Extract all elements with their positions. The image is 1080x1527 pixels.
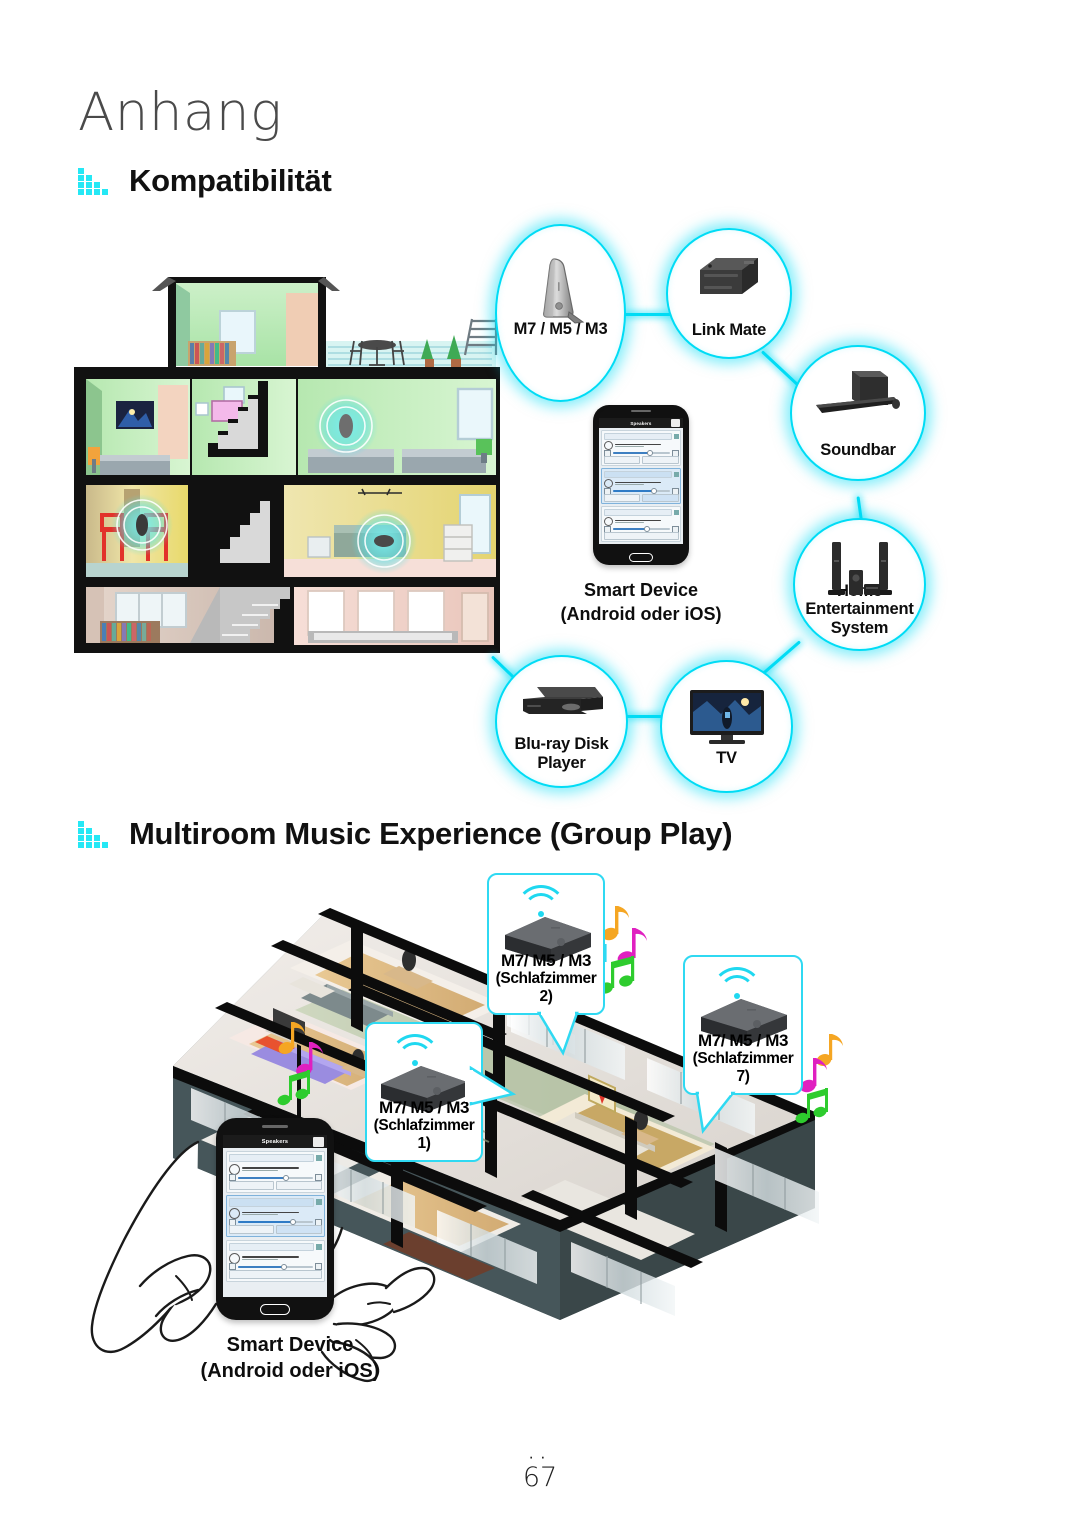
app-title-bar: Speakers bbox=[223, 1135, 327, 1148]
speaker-card[interactable] bbox=[601, 506, 681, 542]
equalizer-bars-icon bbox=[78, 167, 112, 195]
smartphone-icon: Speakers bbox=[216, 1118, 334, 1320]
wifi-icon bbox=[515, 885, 567, 919]
speaker-card[interactable] bbox=[601, 468, 681, 504]
node-label: Soundbar bbox=[820, 440, 896, 459]
speaker-wave-upper bbox=[314, 394, 378, 458]
callout-label: M7/ M5 / M3 (Schlafzimmer 7) bbox=[692, 1030, 794, 1086]
app-title: Speakers bbox=[261, 1138, 289, 1145]
phone-earpiece bbox=[631, 410, 651, 412]
speaker-wave-mid-left bbox=[111, 494, 173, 556]
equalizer-bars-icon bbox=[78, 820, 112, 848]
manual-page: Anhang Kompatibilität Speakers Smart Dev… bbox=[0, 0, 1080, 1527]
link-mate-icon bbox=[700, 258, 758, 294]
section-label: Multiroom Music Experience (Group Play) bbox=[129, 816, 733, 851]
footer-dots: ·· bbox=[528, 1447, 552, 1466]
phone-home-button bbox=[629, 553, 653, 562]
app-brand-icon bbox=[671, 419, 680, 427]
speaker-card[interactable] bbox=[225, 1195, 325, 1237]
music-notes-icon bbox=[596, 906, 647, 994]
smartphone-icon: Speakers bbox=[555, 405, 727, 569]
television-icon bbox=[689, 690, 764, 744]
speaker-card[interactable] bbox=[225, 1150, 325, 1193]
page-footer: ·· 67 bbox=[0, 1447, 1080, 1494]
callout-tail bbox=[465, 1065, 517, 1106]
app-title: Speakers bbox=[630, 420, 652, 426]
node-home-entertainment-system[interactable]: Home Entertainment System bbox=[793, 518, 926, 651]
smart-device-label: Smart Device (Android oder iOS) bbox=[200, 1334, 380, 1382]
speaker-card[interactable] bbox=[601, 430, 681, 466]
node-bluray-player[interactable]: Blu-ray Disk Player bbox=[495, 655, 628, 788]
section-heading-kompatibilitaet: Kompatibilität bbox=[78, 163, 332, 199]
node-soundbar[interactable]: Soundbar bbox=[790, 345, 926, 481]
callout-tail bbox=[536, 1009, 579, 1056]
section-label: Kompatibilität bbox=[129, 163, 332, 198]
section-heading-multiroom: Multiroom Music Experience (Group Play) bbox=[78, 816, 733, 852]
callout-bedroom-7[interactable]: M7/ M5 / M3 (Schlafzimmer 7) bbox=[683, 955, 803, 1135]
smart-device-label: Smart Device (Android oder iOS) bbox=[560, 580, 722, 625]
speaker-wave-mid-right bbox=[351, 508, 417, 574]
callout-bedroom-2[interactable]: M7/ M5 / M3 (Schlafzimmer 2) bbox=[487, 873, 605, 1056]
wifi-icon bbox=[711, 967, 763, 1001]
app-title-bar: Speakers bbox=[599, 418, 683, 428]
page-title: Anhang bbox=[78, 82, 283, 143]
wireless-speaker-icon bbox=[542, 258, 584, 324]
node-m7-m5-m3[interactable]: M7 / M5 / M3 bbox=[495, 224, 626, 402]
node-label: Link Mate bbox=[691, 320, 767, 339]
phone-earpiece bbox=[262, 1125, 288, 1128]
phone-home-button bbox=[260, 1304, 290, 1315]
callout-label: M7/ M5 / M3 (Schlafzimmer 2) bbox=[495, 950, 597, 1006]
node-label: TV bbox=[716, 748, 737, 767]
wifi-icon bbox=[389, 1034, 441, 1068]
node-tv[interactable]: TV bbox=[660, 660, 793, 793]
house-cutaway-illustration bbox=[74, 277, 500, 653]
soundbar-icon bbox=[816, 371, 900, 413]
node-label: Blu-ray Disk Player bbox=[514, 735, 609, 772]
callout-tail bbox=[695, 1089, 736, 1135]
page-number: 67 bbox=[522, 1462, 558, 1494]
bluray-player-icon bbox=[522, 687, 603, 714]
home-theater-icon bbox=[827, 542, 892, 595]
speaker-card[interactable] bbox=[225, 1239, 325, 1282]
node-link-mate[interactable]: Link Mate bbox=[666, 228, 792, 359]
app-brand-icon bbox=[313, 1136, 324, 1147]
